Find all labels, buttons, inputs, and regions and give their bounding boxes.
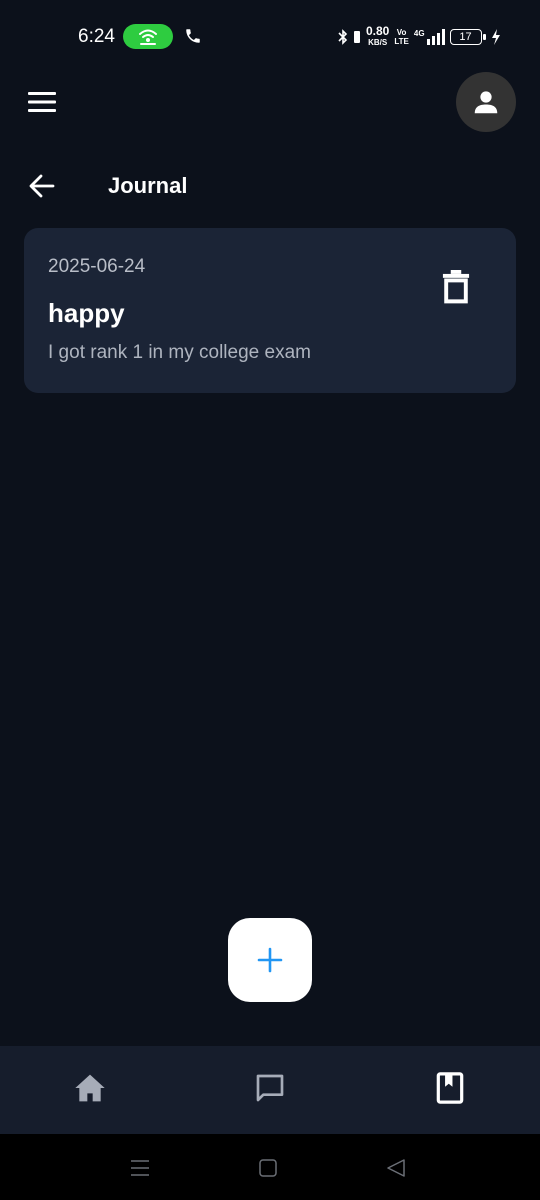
entry-title: happy	[48, 298, 125, 328]
home-button[interactable]	[254, 1154, 282, 1182]
back-triangle-icon	[387, 1159, 405, 1177]
status-time: 6:24	[78, 26, 115, 47]
profile-avatar-button[interactable]	[456, 72, 516, 132]
signal-indicator: 4G	[414, 29, 445, 45]
phone-call-icon	[186, 29, 200, 43]
nav-chat[interactable]	[250, 1068, 290, 1108]
volte-bottom: LTE	[394, 37, 409, 46]
add-entry-button[interactable]	[228, 918, 312, 1002]
battery-indicator: 17	[449, 29, 486, 45]
chat-icon	[256, 1074, 284, 1102]
nav-home[interactable]	[70, 1068, 110, 1108]
bluetooth-icon	[338, 29, 348, 45]
journal-entry-card[interactable]: 2025-06-24 happy I got rank 1 in my coll…	[24, 228, 516, 393]
charging-icon	[491, 29, 500, 45]
hotspot-indicator	[123, 24, 173, 49]
hamburger-menu-icon[interactable]	[28, 91, 56, 113]
vibrate-icon	[354, 31, 360, 43]
volte-top: Vo	[396, 28, 407, 37]
entry-date: 2025-06-24	[48, 256, 146, 277]
page-title: Journal	[108, 173, 188, 198]
net-speed-value: 0.80	[366, 24, 390, 38]
network-type: 4G	[413, 29, 425, 38]
bottom-navigation	[0, 1046, 540, 1134]
net-speed-unit: KB/S	[368, 38, 388, 47]
hotspot-icon	[139, 29, 157, 45]
recents-icon	[131, 1160, 149, 1176]
plus-icon	[257, 947, 283, 973]
person-icon	[474, 91, 498, 114]
recents-button[interactable]	[126, 1154, 154, 1182]
arrow-left-icon[interactable]	[28, 172, 56, 200]
system-navigation-bar	[0, 1134, 540, 1200]
nav-journal[interactable]	[430, 1068, 470, 1108]
signal-bars-icon	[426, 29, 445, 45]
entry-body: I got rank 1 in my college exam	[48, 342, 311, 363]
status-icons: 0.80 KB/S Vo LTE 4G 17	[338, 24, 501, 50]
volte-indicator: Vo LTE	[394, 28, 409, 46]
home-square-icon	[259, 1159, 277, 1177]
home-icon	[75, 1074, 105, 1102]
trash-icon[interactable]	[440, 270, 472, 304]
back-button[interactable]	[382, 1154, 410, 1182]
net-speed: 0.80 KB/S	[366, 24, 390, 48]
battery-level: 17	[459, 31, 472, 43]
journal-book-icon	[436, 1072, 464, 1104]
